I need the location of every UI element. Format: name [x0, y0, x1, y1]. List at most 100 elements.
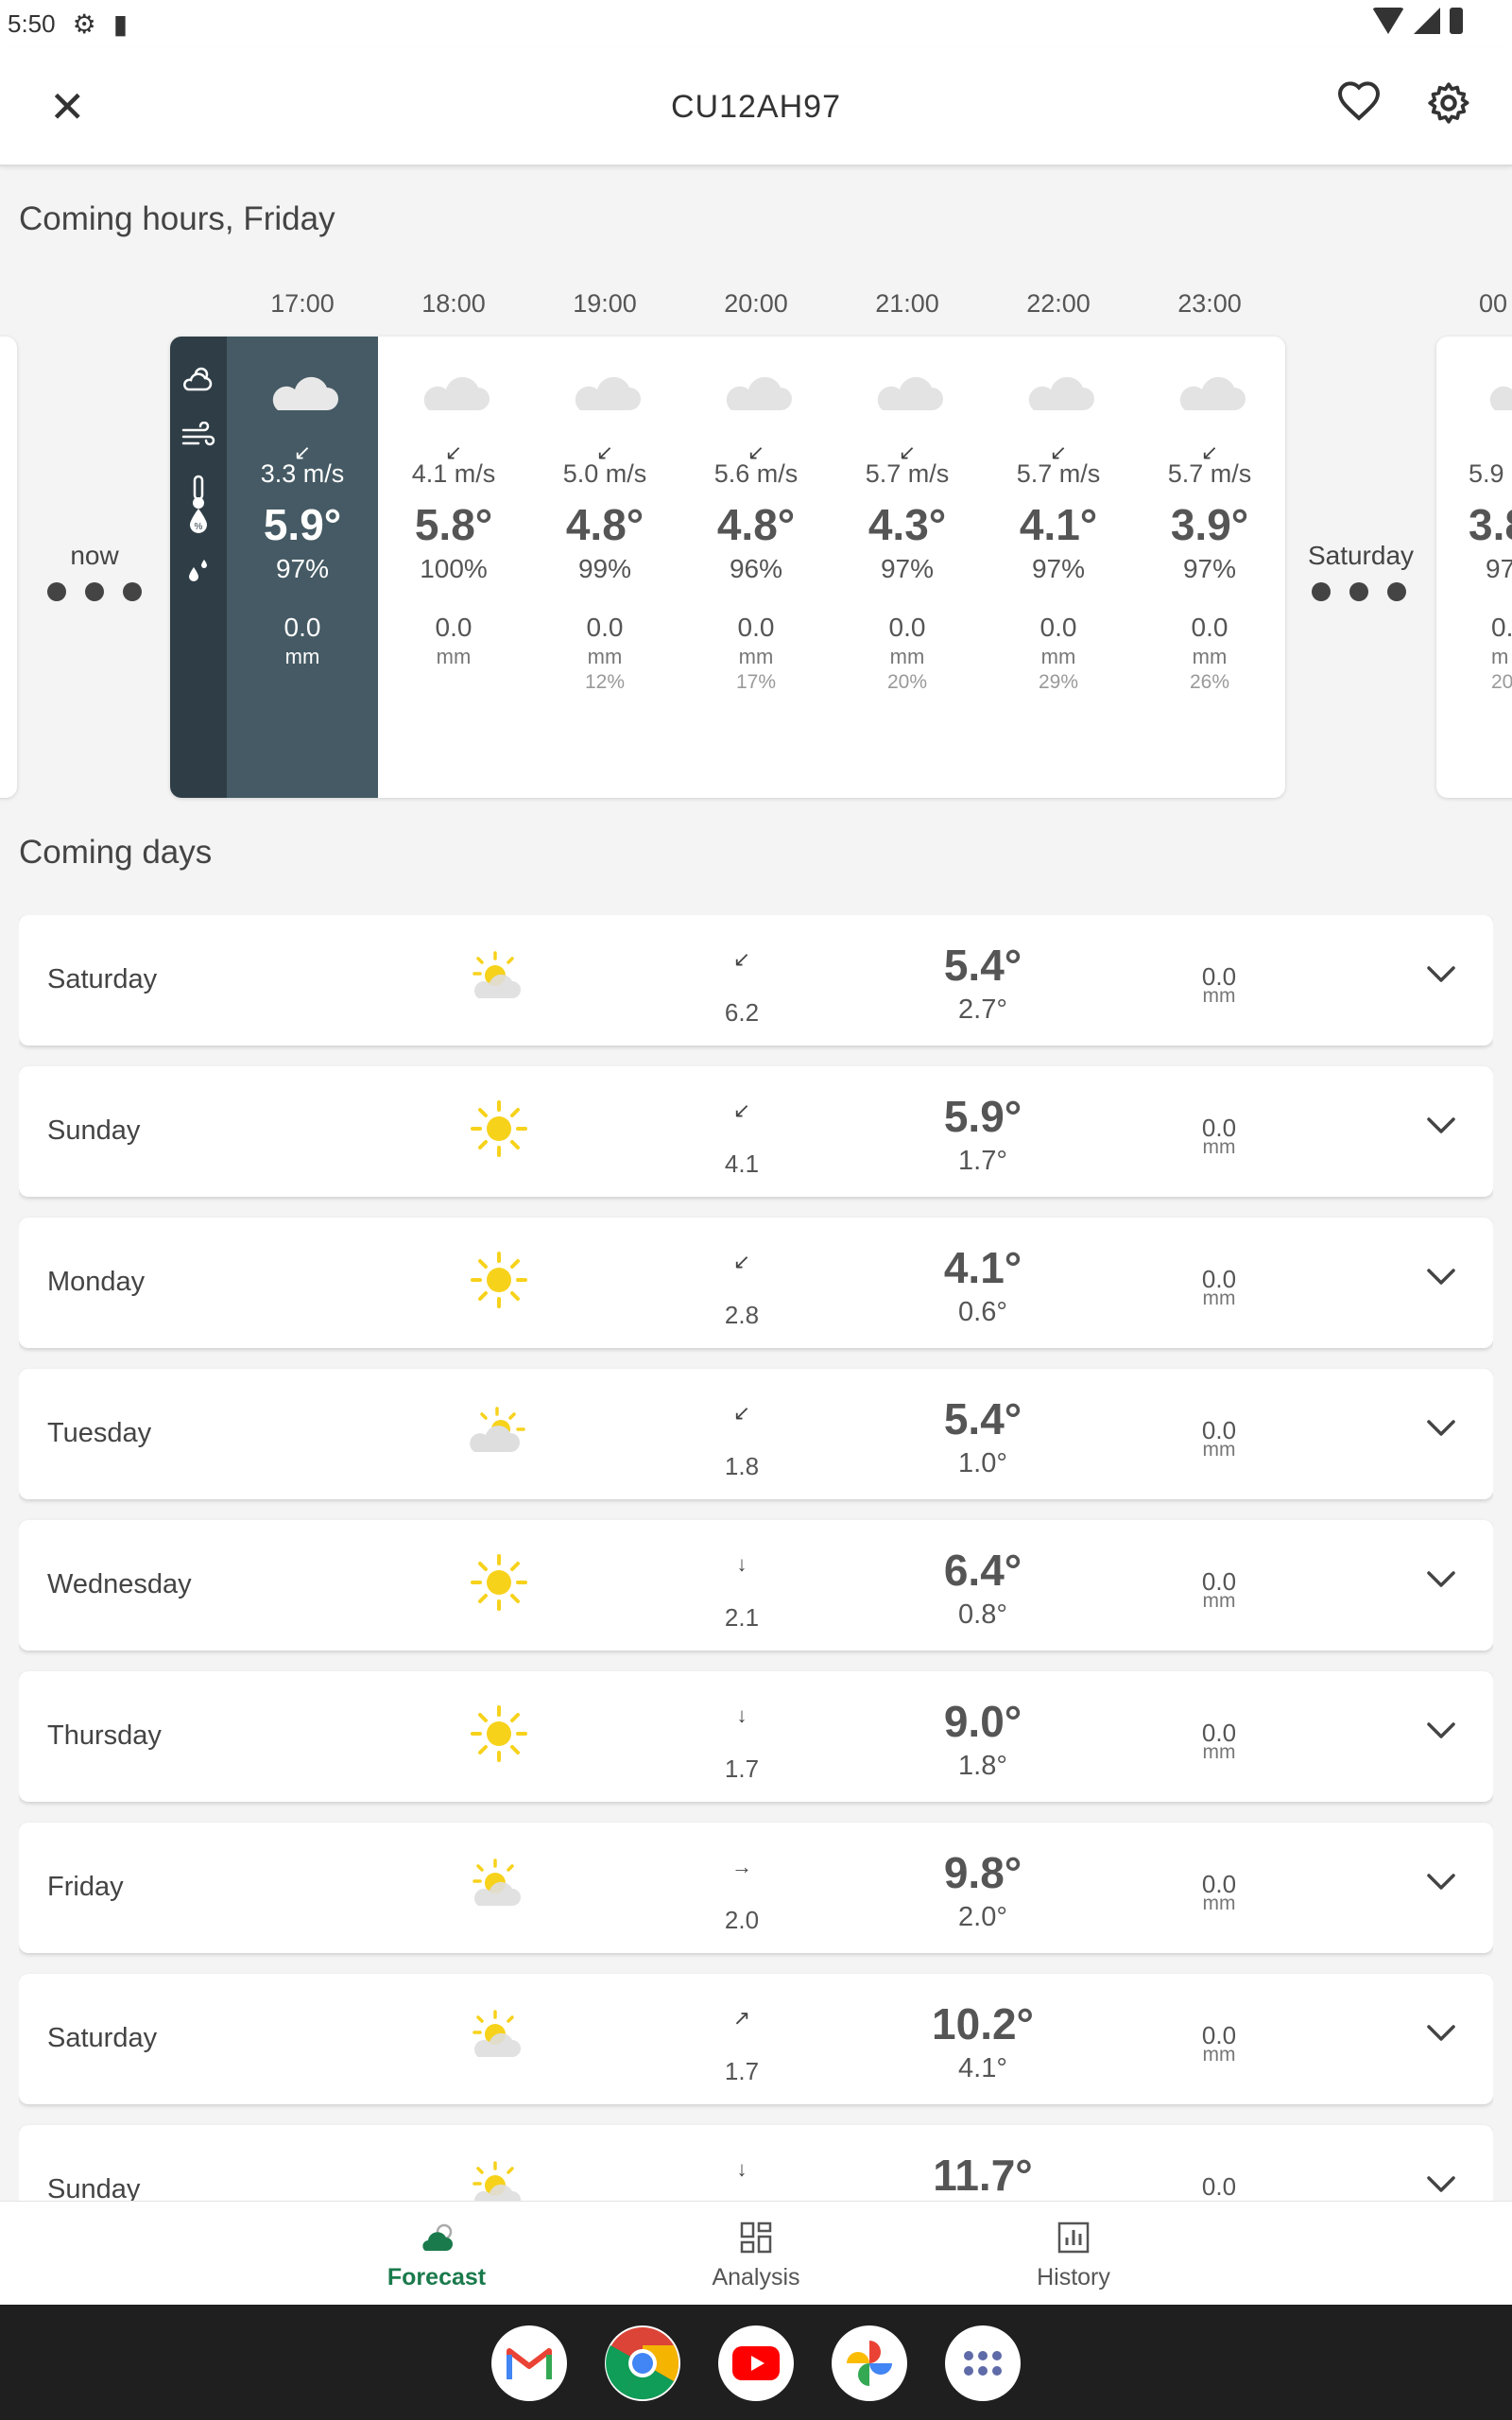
- sun-icon: [469, 1552, 529, 1617]
- app-drawer-icon[interactable]: [945, 2325, 1021, 2401]
- hour-label: 21:00: [875, 289, 939, 318]
- wind-direction-arrow-icon: ↗: [732, 2006, 751, 2030]
- wind-icon: [170, 421, 227, 457]
- now-more-dots[interactable]: [47, 582, 142, 601]
- hour-precip-probability: 12%: [584, 671, 626, 693]
- day-min-temperature: 1.8°: [958, 1751, 1007, 1781]
- day-min-temperature: 2.7°: [958, 994, 1007, 1025]
- partly-cloudy-icon: [469, 1401, 529, 1466]
- day-name: Saturday: [47, 2023, 158, 2053]
- day-row[interactable]: Wednesday ↓ 2.1 6.4° 0.8° 0.0 mm: [19, 1520, 1493, 1651]
- history-icon: [1057, 2221, 1091, 2259]
- nav-analysis[interactable]: Analysis: [662, 2202, 850, 2306]
- hour-wind: 5.7 m/s: [1167, 459, 1252, 488]
- hour-precipitation: 0.0: [888, 613, 926, 642]
- svg-text:%: %: [195, 522, 203, 532]
- hour-temperature: 5.8°: [414, 500, 493, 549]
- cloud-sun-icon: [170, 365, 227, 400]
- hour-wind: 3.3 m/s: [260, 459, 345, 488]
- sun-icon: [469, 1703, 529, 1769]
- hour-column[interactable]: ↙ 5.7 m/s 4.1° 97% 0.0 mm 29%: [983, 337, 1134, 798]
- hour-precip-probability: 29%: [1038, 671, 1079, 693]
- day-name: Saturday: [47, 964, 158, 994]
- day-max-temperature: 9.8°: [943, 1848, 1022, 1897]
- coming-hours-title: Coming hours, Friday: [19, 200, 335, 237]
- hour-precip-unit: mm: [284, 645, 320, 668]
- day-min-temperature: 0.8°: [958, 1599, 1007, 1630]
- hour-column[interactable]: ↙ 5.0 m/s 4.8° 99% 0.0 mm 12%: [529, 337, 680, 798]
- day-row[interactable]: Sunday ↓ 11.7° 0.0: [19, 2125, 1493, 2201]
- chevron-down-icon[interactable]: [1425, 2174, 1457, 2200]
- day-row[interactable]: Sunday ↙ 4.1 5.9° 1.7° 0.0 mm: [19, 1066, 1493, 1197]
- sun-icon: [469, 1250, 529, 1315]
- day-precip-unit: mm: [1202, 1136, 1236, 1158]
- favorite-heart-icon[interactable]: [1336, 79, 1382, 130]
- day-row[interactable]: Saturday ↙ 6.2 5.4° 2.7° 0.0 mm: [19, 915, 1493, 1046]
- chrome-icon[interactable]: [605, 2325, 680, 2401]
- hourly-forecast-strip[interactable]: now % 17:00 18:00 19:00 20:00 21:00 22:0…: [0, 274, 1512, 804]
- gmail-icon[interactable]: [491, 2325, 567, 2401]
- hour-temperature-partial: 3.8: [1469, 500, 1512, 549]
- hour-unit-partial: m: [1491, 645, 1509, 668]
- next-day-more-dots[interactable]: [1312, 582, 1406, 601]
- nav-forecast[interactable]: Forecast: [342, 2202, 531, 2306]
- hour-column-partial: 5.9 3.8 97 0. m 20: [1436, 337, 1512, 798]
- chevron-down-icon[interactable]: [1425, 1115, 1457, 1141]
- now-label: now: [70, 541, 119, 570]
- day-name: Sunday: [47, 2174, 141, 2201]
- hour-humidity: 97%: [1031, 554, 1086, 583]
- chevron-down-icon[interactable]: [1425, 2023, 1457, 2048]
- hour-column[interactable]: ↙ 5.7 m/s 3.9° 97% 0.0 mm 26%: [1134, 337, 1285, 798]
- chevron-down-icon[interactable]: [1425, 1569, 1457, 1595]
- day-name: Wednesday: [47, 1569, 192, 1599]
- settings-gear-icon[interactable]: [1425, 79, 1472, 131]
- hour-column[interactable]: ↙ 5.7 m/s 4.3° 97% 0.0 mm 20%: [832, 337, 983, 798]
- cloud-icon: [1172, 371, 1247, 417]
- nav-history[interactable]: History: [979, 2202, 1168, 2306]
- hour-label: 23:00: [1177, 289, 1242, 318]
- hour-label: 19:00: [573, 289, 637, 318]
- cloud-icon: [265, 371, 340, 417]
- day-max-temperature: 6.4°: [943, 1546, 1022, 1595]
- day-wind: 1.7: [724, 1754, 760, 1783]
- chevron-down-icon[interactable]: [1425, 1418, 1457, 1443]
- day-row[interactable]: Thursday ↓ 1.7 9.0° 1.8° 0.0 mm: [19, 1671, 1493, 1802]
- day-max-temperature: 9.0°: [943, 1697, 1022, 1746]
- chevron-down-icon[interactable]: [1425, 1720, 1457, 1746]
- day-name: Thursday: [47, 1720, 162, 1751]
- hour-column[interactable]: ↙ 5.6 m/s 4.8° 96% 0.0 mm 17%: [680, 337, 832, 798]
- analysis-icon: [739, 2221, 773, 2259]
- hour-precip-probability: 26%: [1189, 671, 1230, 693]
- day-precip-unit: mm: [1202, 2044, 1236, 2066]
- day-name: Friday: [47, 1872, 124, 1902]
- hour-humidity: 97%: [275, 554, 330, 583]
- wind-direction-arrow-icon: ↓: [736, 1703, 747, 1727]
- day-row[interactable]: Monday ↙ 2.8 4.1° 0.6° 0.0 mm: [19, 1218, 1493, 1348]
- hour-precip-unit: mm: [436, 645, 472, 668]
- youtube-icon[interactable]: [718, 2325, 794, 2401]
- day-row[interactable]: Saturday ↗ 1.7 10.2° 4.1° 0.0 mm: [19, 1974, 1493, 2104]
- day-row[interactable]: Tuesday ↙ 1.8 5.4° 1.0° 0.0 mm: [19, 1369, 1493, 1499]
- daily-forecast-list: Saturday ↙ 6.2 5.4° 2.7° 0.0 mm Sunday ↙ 4.1 5.9° 1…: [19, 915, 1493, 2201]
- precipitation-icon: [170, 558, 227, 593]
- chevron-down-icon[interactable]: [1425, 964, 1457, 990]
- hour-precipitation: 0.0: [284, 613, 321, 642]
- hour-humidity: 100%: [420, 554, 488, 583]
- wind-direction-arrow-icon: ↙: [732, 1098, 751, 1122]
- photos-icon[interactable]: [832, 2325, 907, 2401]
- hour-column-current[interactable]: ↙ 3.3 m/s 5.9° 97% 0.0 mm: [227, 337, 378, 798]
- chevron-down-icon[interactable]: [1425, 1267, 1457, 1292]
- hour-precip-unit: mm: [1040, 645, 1076, 668]
- day-max-temperature: 10.2°: [932, 1999, 1034, 2048]
- hour-column[interactable]: ↙ 4.1 m/s 5.8° 100% 0.0 mm: [378, 337, 529, 798]
- nav-label: History: [1037, 2264, 1110, 2290]
- chevron-down-icon[interactable]: [1425, 1872, 1457, 1897]
- day-row[interactable]: Friday → 2.0 9.8° 2.0° 0.0 mm: [19, 1823, 1493, 1953]
- cloud-icon: [1482, 371, 1512, 417]
- hour-humidity: 97%: [1182, 554, 1237, 583]
- wind-direction-arrow-icon: ↓: [736, 2157, 747, 2181]
- day-precipitation: 0.0: [1201, 2172, 1237, 2201]
- day-wind: 6.2: [724, 998, 760, 1027]
- cloud-icon: [718, 371, 794, 417]
- day-precip-unit: mm: [1202, 1893, 1236, 1914]
